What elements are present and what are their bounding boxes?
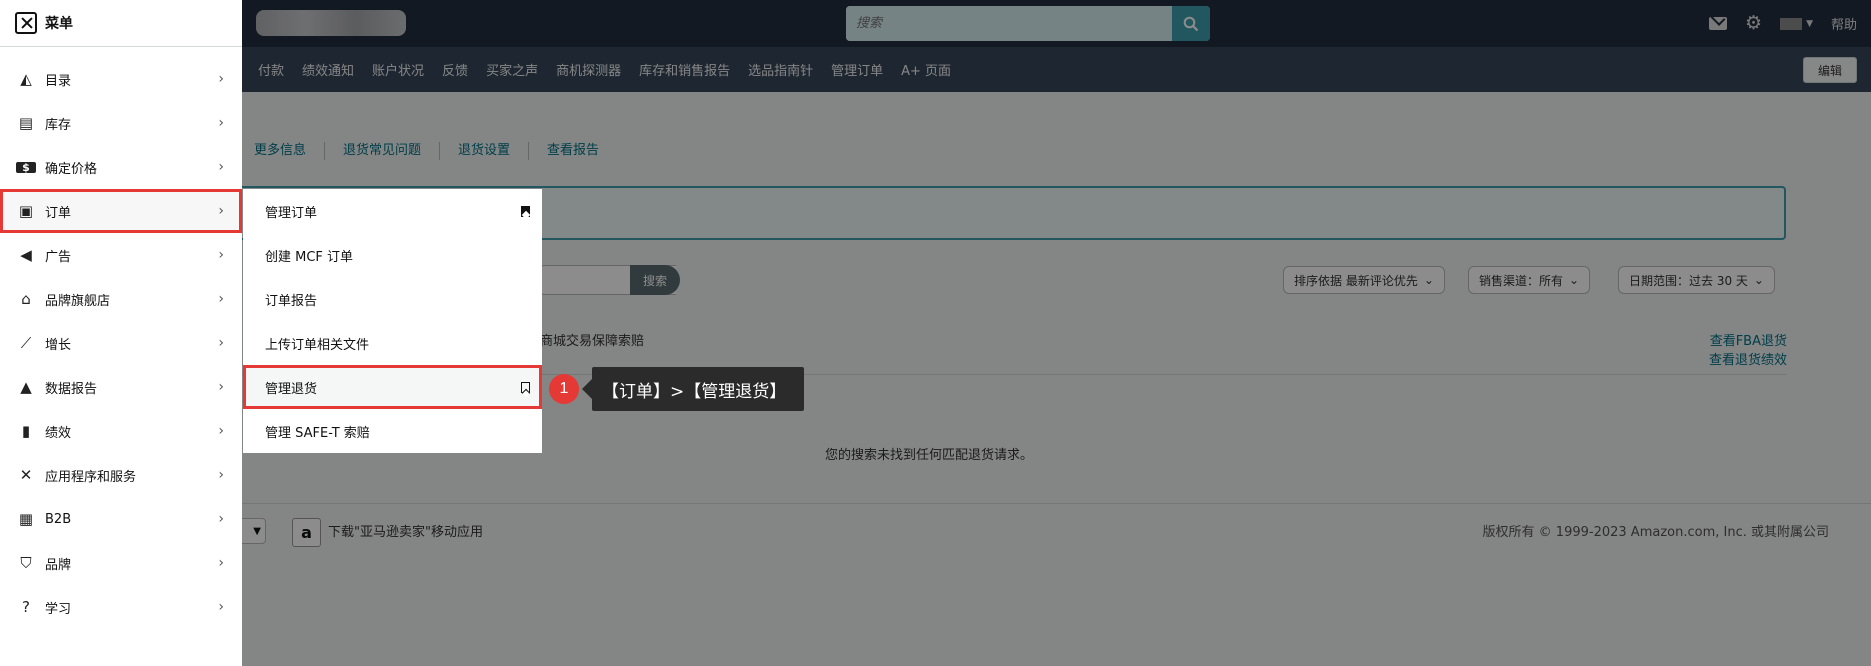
submenu-item-label: 管理订单 xyxy=(265,205,318,221)
menu-item-catalog[interactable]: ◭ 目录 › xyxy=(0,57,242,101)
chevron-right-icon: › xyxy=(218,203,224,219)
submenu-item-label: 管理退货 xyxy=(265,381,318,397)
menu-item-advertising[interactable]: ◀ 广告 › xyxy=(0,233,242,277)
menu-item-label: 广告 xyxy=(45,249,72,265)
building-icon: ▦ xyxy=(18,509,34,528)
chevron-right-icon: › xyxy=(218,423,224,439)
menu-item-label: 品牌旗舰店 xyxy=(45,293,111,309)
chevron-right-icon: › xyxy=(218,511,224,527)
orders-icon: ▣ xyxy=(18,201,34,220)
submenu-item-label: 上传订单相关文件 xyxy=(265,337,370,353)
menu-item-label: 数据报告 xyxy=(45,381,98,397)
menu-item-brand-store[interactable]: ⌂ 品牌旗舰店 › xyxy=(0,277,242,321)
menu-item-b2b[interactable]: ▦ B2B › xyxy=(0,497,242,541)
chevron-right-icon: › xyxy=(218,467,224,483)
chevron-right-icon: › xyxy=(218,115,224,131)
bar-chart-icon: ▮ xyxy=(21,421,31,440)
step-tooltip-text: 【订单】>【管理退货】 xyxy=(602,381,787,402)
menu-item-label: 库存 xyxy=(45,117,72,133)
bookmark-filled-icon[interactable] xyxy=(521,205,530,217)
step-number-badge: 1 xyxy=(549,374,579,404)
menu-item-learn[interactable]: ? 学习 › xyxy=(0,585,242,629)
submenu-item-manage-orders[interactable]: 管理订单 xyxy=(243,189,542,233)
menu-item-label: 增长 xyxy=(45,337,72,353)
tools-icon: ✕ xyxy=(19,465,33,484)
growth-icon: ⟋ xyxy=(20,333,32,352)
menu-item-label: 应用程序和服务 xyxy=(45,469,137,485)
submenu-item-label: 管理 SAFE-T 索赔 xyxy=(265,425,370,441)
menu-item-label: 学习 xyxy=(45,601,72,617)
menu-item-inventory[interactable]: ▤ 库存 › xyxy=(0,101,242,145)
menu-list: ◭ 目录 › ▤ 库存 › $ 确定价格 › ▣ 订单 › ◀ 广告 › ⌂ 品… xyxy=(0,47,242,629)
question-icon: ? xyxy=(22,597,30,616)
chevron-right-icon: › xyxy=(218,291,224,307)
menu-item-apps-services[interactable]: ✕ 应用程序和服务 › xyxy=(0,453,242,497)
store-icon: ⌂ xyxy=(21,289,31,308)
chevron-right-icon: › xyxy=(218,159,224,175)
shield-icon: ⛉ xyxy=(20,553,32,572)
pricing-icon: $ xyxy=(16,161,36,173)
menu-item-performance[interactable]: ▮ 绩效 › xyxy=(0,409,242,453)
menu-item-orders[interactable]: ▣ 订单 › xyxy=(0,189,242,233)
chevron-right-icon: › xyxy=(218,599,224,615)
megaphone-icon: ◀ xyxy=(20,245,32,264)
menu-item-label: 品牌 xyxy=(45,557,72,573)
inventory-icon: ▤ xyxy=(18,113,34,132)
submenu-item-label: 订单报告 xyxy=(265,293,318,309)
side-menu: 菜单 ◭ 目录 › ▤ 库存 › $ 确定价格 › ▣ 订单 › ◀ 广告 › … xyxy=(0,0,242,666)
menu-item-pricing[interactable]: $ 确定价格 › xyxy=(0,145,242,189)
menu-item-growth[interactable]: ⟋ 增长 › xyxy=(0,321,242,365)
submenu-item-label: 创建 MCF 订单 xyxy=(265,249,354,265)
submenu-item-manage-returns[interactable]: 管理退货 xyxy=(243,365,542,409)
menu-item-label: 订单 xyxy=(45,205,72,221)
chevron-right-icon: › xyxy=(218,379,224,395)
bookmark-outline-icon[interactable] xyxy=(521,381,530,393)
menu-item-label: 确定价格 xyxy=(45,161,98,177)
menu-title: 菜单 xyxy=(45,16,73,32)
submenu-item-safe-t-claims[interactable]: 管理 SAFE-T 索赔 xyxy=(243,409,542,453)
menu-header: 菜单 xyxy=(0,0,242,47)
menu-item-brand[interactable]: ⛉ 品牌 › xyxy=(0,541,242,585)
chevron-right-icon: › xyxy=(218,71,224,87)
menu-item-label: B2B xyxy=(45,511,72,527)
chevron-right-icon: › xyxy=(218,247,224,263)
menu-item-label: 绩效 xyxy=(45,425,72,441)
chevron-right-icon: › xyxy=(218,335,224,351)
close-icon[interactable] xyxy=(15,12,37,34)
submenu-item-upload-order-files[interactable]: 上传订单相关文件 xyxy=(243,321,542,365)
report-icon: ▲ xyxy=(20,377,32,396)
tag-icon: ◭ xyxy=(20,69,32,88)
menu-item-reports[interactable]: ▲ 数据报告 › xyxy=(0,365,242,409)
submenu-item-order-reports[interactable]: 订单报告 xyxy=(243,277,542,321)
orders-submenu: 管理订单 创建 MCF 订单 订单报告 上传订单相关文件 管理退货 管理 SAF… xyxy=(243,189,542,453)
step-tooltip: 【订单】>【管理退货】 xyxy=(581,367,805,411)
chevron-right-icon: › xyxy=(218,555,224,571)
submenu-item-create-mcf-order[interactable]: 创建 MCF 订单 xyxy=(243,233,542,277)
menu-item-label: 目录 xyxy=(45,73,72,89)
